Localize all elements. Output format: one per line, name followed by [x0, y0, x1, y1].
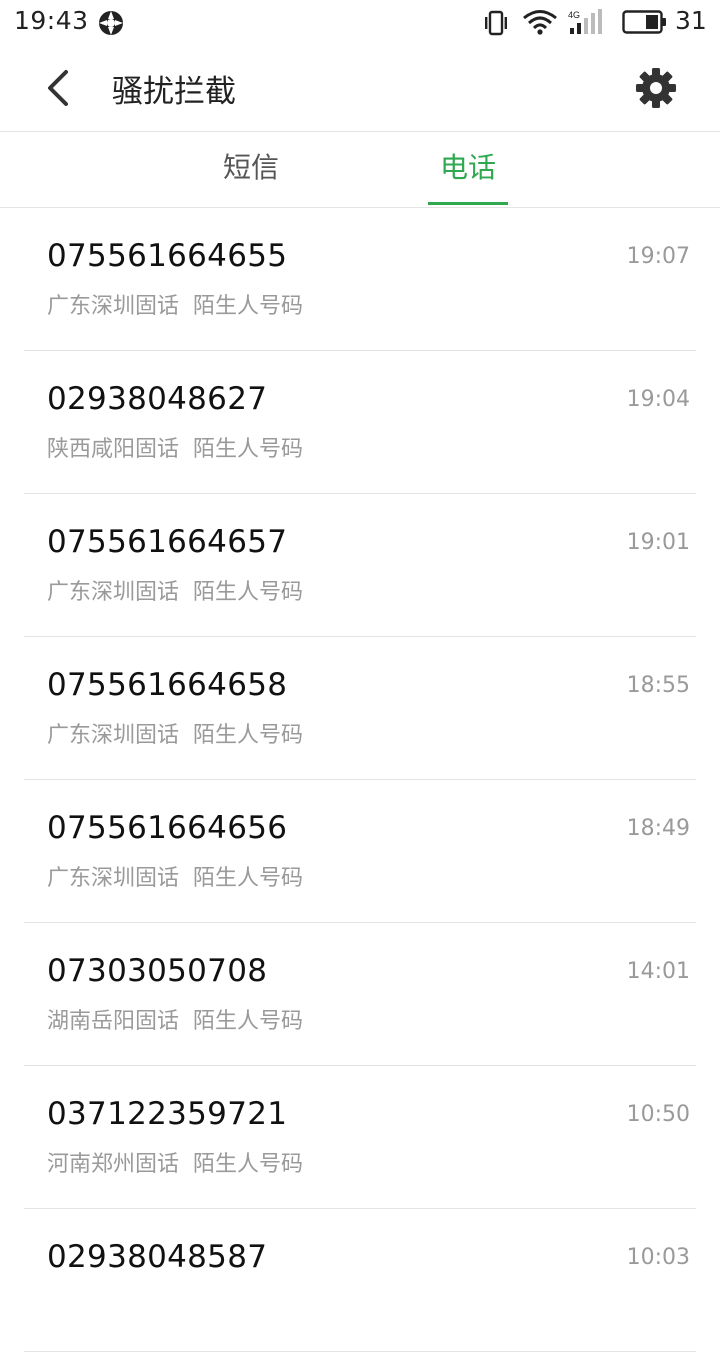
call-location: 河南郑州固话 陌生人号码 [47, 1146, 303, 1178]
call-time: 18:55 [626, 673, 690, 698]
wifi-icon [523, 10, 557, 35]
call-location: 广东深圳固话 陌生人号码 [47, 860, 303, 892]
signal-4g-icon: 4G [568, 9, 602, 34]
status-bar: 19:43 4G 31 [0, 0, 720, 44]
call-tag: 陌生人号码 [193, 437, 304, 462]
call-row[interactable]: 075561664655 广东深圳固话 陌生人号码 19:07 [24, 208, 696, 351]
call-region: 河南郑州固话 [47, 1152, 180, 1177]
active-tab-indicator [428, 202, 508, 205]
call-location: 广东深圳固话 陌生人号码 [47, 717, 303, 749]
call-time: 19:07 [626, 244, 690, 269]
battery-level: 31 [675, 6, 707, 35]
call-tag: 陌生人号码 [193, 294, 304, 319]
call-tag: 陌生人号码 [193, 866, 304, 891]
call-row[interactable]: 02938048627 陕西咸阳固话 陌生人号码 19:04 [24, 351, 696, 494]
call-region: 广东深圳固话 [47, 723, 180, 748]
call-time: 18:49 [626, 816, 690, 841]
status-time: 19:43 [14, 6, 89, 35]
call-row[interactable]: 07303050708 湖南岳阳固话 陌生人号码 14:01 [24, 923, 696, 1066]
call-row[interactable]: 037122359721 河南郑州固话 陌生人号码 10:50 [24, 1066, 696, 1209]
call-number: 07303050708 [47, 953, 268, 989]
call-tag: 陌生人号码 [193, 1152, 304, 1177]
call-region: 广东深圳固话 [47, 866, 180, 891]
call-row[interactable]: 075561664657 广东深圳固话 陌生人号码 19:01 [24, 494, 696, 637]
back-icon[interactable] [38, 66, 78, 110]
call-tag: 陌生人号码 [193, 1009, 304, 1034]
call-location: 广东深圳固话 陌生人号码 [47, 288, 303, 320]
call-number: 075561664656 [47, 810, 288, 846]
call-location [47, 1289, 61, 1314]
battery-icon [622, 10, 666, 34]
call-time: 19:04 [626, 387, 690, 412]
call-row[interactable]: 075561664656 广东深圳固话 陌生人号码 18:49 [24, 780, 696, 923]
tab-bar: 短信 电话 [0, 132, 720, 208]
call-region: 湖南岳阳固话 [47, 1009, 180, 1034]
call-number: 02938048587 [47, 1239, 268, 1275]
call-number: 037122359721 [47, 1096, 288, 1132]
app-header: 骚扰拦截 [0, 44, 720, 132]
call-time: 14:01 [626, 959, 690, 984]
call-row[interactable]: 02938048587 10:03 [24, 1209, 696, 1352]
call-region: 广东深圳固话 [47, 580, 180, 605]
call-number: 075561664658 [47, 667, 288, 703]
call-location: 湖南岳阳固话 陌生人号码 [47, 1003, 303, 1035]
call-region: 广东深圳固话 [47, 294, 180, 319]
tab-calls[interactable]: 电话 [388, 132, 548, 207]
call-time: 10:50 [626, 1102, 690, 1127]
blocked-call-list: 075561664655 广东深圳固话 陌生人号码 19:07 029380486… [0, 208, 720, 1352]
svg-text:4G: 4G [568, 10, 580, 20]
call-number: 02938048627 [47, 381, 268, 417]
call-number: 075561664657 [47, 524, 288, 560]
app-notification-icon [99, 11, 123, 35]
call-location: 陕西咸阳固话 陌生人号码 [47, 431, 303, 463]
vibrate-icon [485, 10, 507, 36]
call-time: 19:01 [626, 530, 690, 555]
call-location: 广东深圳固话 陌生人号码 [47, 574, 303, 606]
call-time: 10:03 [626, 1245, 690, 1270]
page-title: 骚扰拦截 [112, 74, 236, 110]
call-tag: 陌生人号码 [193, 580, 304, 605]
call-region: 陕西咸阳固话 [47, 437, 180, 462]
call-number: 075561664655 [47, 238, 288, 274]
tab-sms[interactable]: 短信 [171, 132, 331, 207]
call-row[interactable]: 075561664658 广东深圳固话 陌生人号码 18:55 [24, 637, 696, 780]
call-tag: 陌生人号码 [193, 723, 304, 748]
gear-icon[interactable] [632, 64, 680, 112]
